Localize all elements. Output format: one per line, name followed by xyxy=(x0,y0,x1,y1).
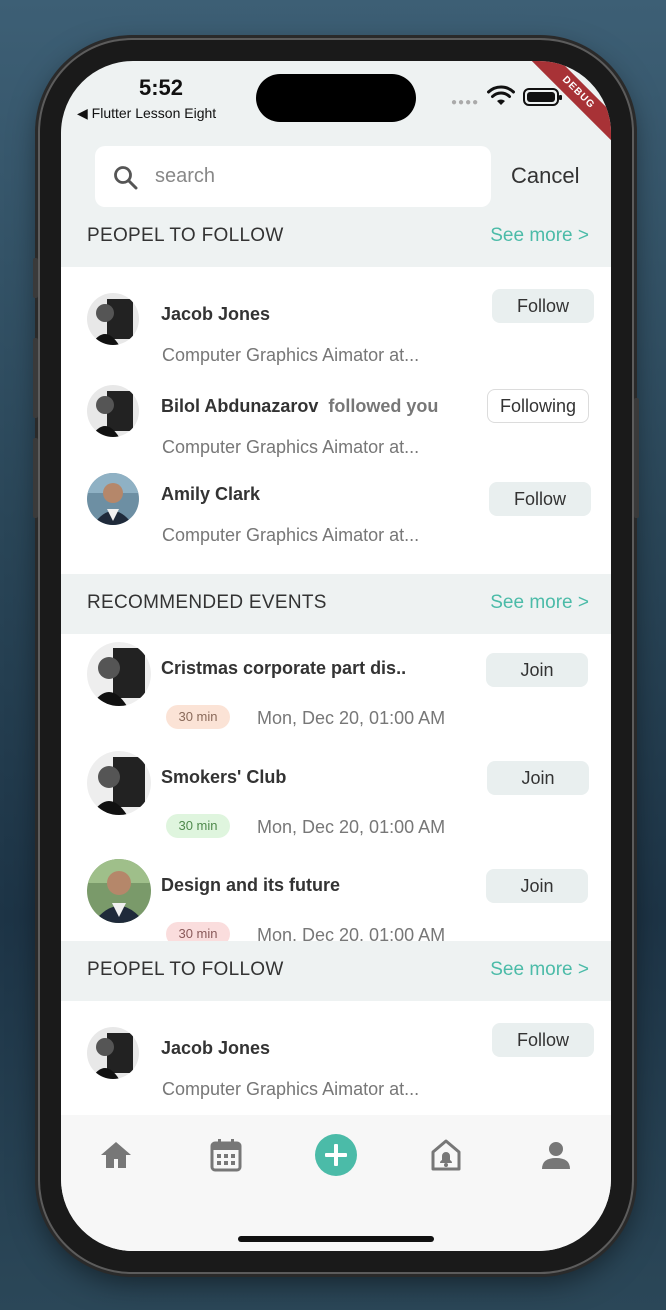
follow-button[interactable]: Follow xyxy=(492,1023,594,1057)
duration-badge: 30 min xyxy=(166,814,230,838)
person-name: Jacob Jones xyxy=(161,1038,271,1058)
person-subtitle: Computer Graphics Aimator at... xyxy=(162,345,420,365)
section-header-people: PEOPEL TO FOLLOW See more > xyxy=(61,941,611,1001)
status-time: 5:52 xyxy=(139,75,184,100)
following-button[interactable]: Following xyxy=(487,389,589,423)
list-item[interactable]: Smokers' Club Join 30 min Mon, Dec 20, 0… xyxy=(61,742,611,850)
power-button xyxy=(634,398,639,518)
avatar xyxy=(87,473,139,525)
battery-icon xyxy=(523,88,562,106)
see-more-link[interactable]: See more > xyxy=(490,959,589,981)
home-indicator xyxy=(238,1236,434,1242)
mute-switch xyxy=(33,258,38,298)
volume-down-button xyxy=(33,438,38,518)
followed-you-note: followed you xyxy=(328,396,439,416)
search-icon xyxy=(114,166,138,190)
see-more-link[interactable]: See more > xyxy=(490,225,589,247)
list-item[interactable]: Jacob Jones Computer Graphics Aimator at… xyxy=(61,267,611,367)
bottom-tab-bar xyxy=(61,1115,611,1251)
search-input[interactable] xyxy=(155,158,475,194)
join-button[interactable]: Join xyxy=(487,761,589,795)
list-item[interactable]: Amily Clark Computer Graphics Aimator at… xyxy=(61,467,611,567)
follow-button[interactable]: Follow xyxy=(489,482,591,516)
events-list: Cristmas corporate part dis.. Join 30 mi… xyxy=(61,634,611,941)
cancel-button[interactable]: Cancel xyxy=(511,163,579,189)
tab-notifications[interactable] xyxy=(424,1133,468,1177)
section-title: PEOPEL TO FOLLOW xyxy=(87,225,284,246)
volume-up-button xyxy=(33,338,38,418)
section-header-people: PEOPEL TO FOLLOW See more > xyxy=(61,207,611,267)
profile-icon xyxy=(542,1142,570,1169)
list-item[interactable]: Jacob Jones Computer Graphics Aimator at… xyxy=(61,1001,611,1115)
join-button[interactable]: Join xyxy=(486,653,588,687)
see-more-link[interactable]: See more > xyxy=(490,592,589,614)
calendar-icon xyxy=(210,1139,242,1172)
avatar xyxy=(87,1027,139,1079)
people-list: Jacob Jones Computer Graphics Aimator at… xyxy=(61,267,611,574)
app-screen: 5:52 ◀ Flutter Lesson Eight ●●●● DEBUG C… xyxy=(61,61,611,1251)
section-header-events: RECOMMENDED EVENTS See more > xyxy=(61,574,611,634)
list-item[interactable]: Design and its future Join 30 min Mon, D… xyxy=(61,850,611,941)
list-item[interactable]: Bilol Abdunazarov followed you Computer G… xyxy=(61,372,611,464)
person-name: Bilol Abdunazarov xyxy=(161,396,319,416)
person-name-line: Bilol Abdunazarov followed you xyxy=(161,396,438,417)
people-list: Jacob Jones Computer Graphics Aimator at… xyxy=(61,1001,611,1115)
avatar xyxy=(87,385,139,437)
avatar xyxy=(87,859,151,923)
home-icon xyxy=(101,1142,131,1168)
avatar xyxy=(87,751,151,815)
signal-icon: ●●●● xyxy=(451,97,480,108)
event-title: Smokers' Club xyxy=(161,767,287,787)
follow-button[interactable]: Follow xyxy=(492,289,594,323)
tab-add[interactable] xyxy=(314,1133,358,1177)
event-title: Cristmas corporate part dis.. xyxy=(161,658,407,678)
notification-icon xyxy=(431,1139,461,1171)
section-title: RECOMMENDED EVENTS xyxy=(87,592,327,613)
person-subtitle: Computer Graphics Aimator at... xyxy=(162,1079,420,1099)
event-date: Mon, Dec 20, 01:00 AM xyxy=(257,708,446,728)
person-subtitle: Computer Graphics Aimator at... xyxy=(162,525,420,545)
wifi-icon xyxy=(487,85,515,105)
event-title: Design and its future xyxy=(161,875,341,895)
avatar xyxy=(87,642,151,706)
back-to-app-link[interactable]: ◀ Flutter Lesson Eight xyxy=(77,105,216,122)
event-date: Mon, Dec 20, 01:00 AM xyxy=(257,925,446,941)
avatar xyxy=(87,293,139,345)
tab-profile[interactable] xyxy=(534,1133,578,1177)
add-icon xyxy=(315,1134,357,1176)
person-subtitle: Computer Graphics Aimator at... xyxy=(162,437,420,457)
event-date: Mon, Dec 20, 01:00 AM xyxy=(257,817,446,837)
status-bar: 5:52 ◀ Flutter Lesson Eight ●●●● DEBUG xyxy=(61,61,611,147)
tab-home[interactable] xyxy=(94,1133,138,1177)
search-bar[interactable] xyxy=(95,146,491,207)
tab-calendar[interactable] xyxy=(204,1133,248,1177)
section-title: PEOPEL TO FOLLOW xyxy=(87,959,284,980)
dynamic-island xyxy=(256,74,416,122)
duration-badge: 30 min xyxy=(166,922,230,941)
join-button[interactable]: Join xyxy=(486,869,588,903)
list-item[interactable]: Cristmas corporate part dis.. Join 30 mi… xyxy=(61,634,611,742)
duration-badge: 30 min xyxy=(166,705,230,729)
person-name: Jacob Jones xyxy=(161,304,271,324)
person-name: Amily Clark xyxy=(161,484,261,504)
